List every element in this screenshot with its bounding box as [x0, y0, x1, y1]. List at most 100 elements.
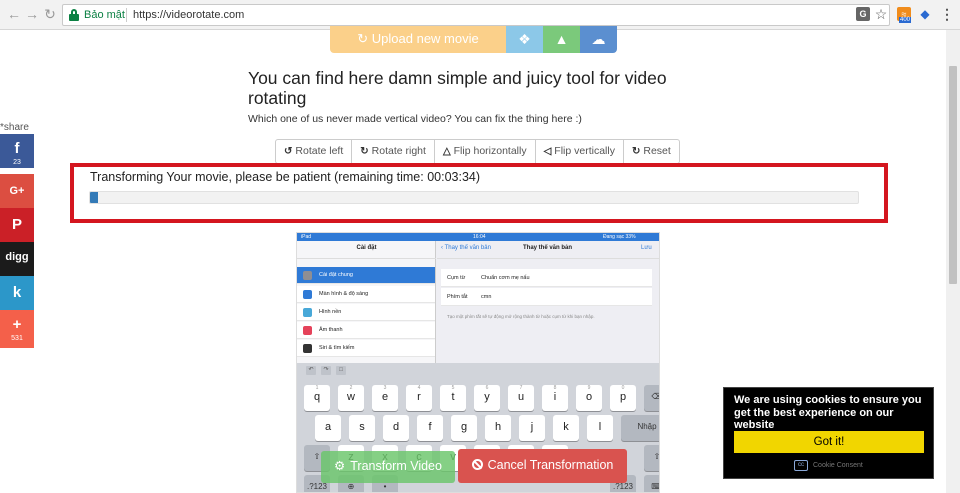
digg-label: digg	[5, 251, 29, 263]
flip-horizontal-icon: △	[442, 146, 451, 157]
save-link: Lưu	[641, 245, 652, 251]
setting-item: Cài đặt chung	[297, 267, 435, 284]
shift-key: ⇧	[644, 445, 659, 471]
keyboard-key: f	[417, 415, 443, 441]
shortcut-field: Phím tắt cmn	[441, 288, 652, 306]
flip-vertically-button[interactable]: ◁ Flip vertically	[536, 140, 624, 163]
address-bar[interactable]: Bảo mật https://videorotate.com	[62, 4, 890, 26]
pinterest-share-button[interactable]: P	[0, 208, 34, 242]
flip-vertical-icon: ◁	[543, 146, 552, 157]
flip-vertically-label: Flip vertically	[554, 145, 615, 157]
pane-divider	[437, 258, 659, 259]
undo-icon: ↶	[306, 366, 316, 375]
rotate-right-button[interactable]: ↻ Rotate right	[352, 140, 435, 163]
back-arrow-icon[interactable]: ←	[6, 6, 22, 22]
keyboard-key: 3e	[372, 385, 398, 411]
keyboard-key: 4r	[406, 385, 432, 411]
dropbox-button[interactable]: ❖	[506, 26, 543, 53]
keyboard-key: a	[315, 415, 341, 441]
transform-toolbar: ↺ Rotate left ↻ Rotate right △ Flip horizon…	[275, 139, 680, 164]
keyboard-key: l	[587, 415, 613, 441]
keyboard-key: 6y	[474, 385, 500, 411]
text-replacement-pane: ‹ Thay thế văn bản Thay thế văn bản Lưu …	[437, 241, 659, 371]
pinterest-icon: P	[11, 216, 22, 233]
cloud-icon: ☁	[591, 31, 606, 47]
keyboard-key: j	[519, 415, 545, 441]
transform-video-button[interactable]: ⚙ Transform Video	[321, 451, 455, 483]
phrase-label: Cụm từ	[447, 275, 466, 281]
reset-button[interactable]: ↻ Reset	[624, 140, 679, 163]
digg-share-button[interactable]: digg	[0, 242, 34, 276]
setting-item: Hình nền	[297, 304, 435, 321]
bookmark-star-icon[interactable]: ☆	[874, 7, 888, 21]
setting-label: Cài đặt chung	[319, 272, 353, 278]
keyboard-key: k	[553, 415, 579, 441]
page-scrollbar[interactable]	[946, 30, 960, 493]
flip-horizontally-label: Flip horizontally	[453, 145, 527, 157]
cancel-transformation-label: Cancel Transformation	[487, 458, 614, 472]
url-divider	[126, 8, 127, 22]
cookie-message: We are using cookies to ensure you get t…	[734, 394, 922, 431]
cookie-consent-logo-icon: cc	[794, 460, 808, 471]
upload-label: Upload new movie	[371, 31, 479, 46]
translate-icon[interactable]: G	[856, 7, 870, 21]
page-subline: Which one of us never made vertical vide…	[248, 113, 582, 125]
facebook-icon: f	[14, 140, 20, 157]
setting-label: Âm thanh	[319, 327, 343, 333]
share-label: *share	[0, 122, 29, 133]
more-share-button[interactable]: + 531	[0, 310, 34, 348]
setting-label: Siri & tìm kiếm	[319, 345, 355, 351]
phrase-field: Cụm từ Chuẩn cơm mẹ nấu	[441, 269, 652, 287]
cookie-brand: Cookie Consent	[813, 462, 863, 469]
return-key: Nhập	[621, 415, 659, 441]
keyboard-key: 9o	[576, 385, 602, 411]
upload-new-movie-button[interactable]: ↻ Upload new movie	[330, 26, 506, 53]
settings-divider	[297, 258, 436, 259]
redo-icon: ↷	[321, 366, 331, 375]
url-text[interactable]: https://videorotate.com	[133, 9, 244, 21]
reset-label: Reset	[643, 145, 671, 157]
display-settings-icon	[303, 290, 312, 299]
google-drive-button[interactable]: ▲	[543, 26, 580, 53]
facebook-share-button[interactable]: f 23	[0, 134, 34, 168]
page-headline: You can find here damn simple and juicy …	[248, 68, 667, 108]
scrollbar-thumb[interactable]	[949, 66, 957, 284]
setting-item: Siri & tìm kiếm	[297, 340, 435, 357]
siri-settings-icon	[303, 344, 312, 353]
bookmark-k-icon: k	[12, 284, 22, 301]
ban-icon	[471, 459, 483, 470]
forward-arrow-icon[interactable]: →	[24, 6, 40, 22]
google-drive-icon: ▲	[554, 31, 569, 47]
flip-horizontally-button[interactable]: △ Flip horizontally	[435, 140, 536, 163]
keyboard-key: d	[383, 415, 409, 441]
text-replacement-title: Thay thế văn bản	[523, 245, 573, 251]
progress-label: Transforming Your movie, please be patie…	[90, 170, 481, 184]
progress-bar-fill	[90, 192, 98, 203]
keyboard-key: 0p	[610, 385, 636, 411]
keyboard-key: 2w	[338, 385, 364, 411]
rotate-left-button[interactable]: ↺ Rotate left	[276, 140, 353, 163]
lock-icon	[69, 9, 79, 21]
progress-bar	[89, 191, 859, 204]
gear-icon: ⚙	[334, 459, 346, 473]
cookie-accept-button[interactable]: Got it!	[734, 431, 924, 453]
phrase-value: Chuẩn cơm mẹ nấu	[481, 275, 530, 281]
browser-menu-icon[interactable]: ⋮	[940, 7, 954, 21]
ipad-clock: 16:04	[473, 234, 486, 240]
google-plus-share-button[interactable]: G+	[0, 174, 34, 208]
keyboard-key: 5t	[440, 385, 466, 411]
onedrive-button[interactable]: ☁	[580, 26, 617, 53]
wallpaper-settings-icon	[303, 308, 312, 317]
cookie-banner: We are using cookies to ensure you get t…	[723, 387, 934, 479]
reload-icon[interactable]: ↻	[42, 6, 58, 22]
general-settings-icon	[303, 271, 312, 280]
ipad-status-bar: iPad 16:04 Đang sạc 33%	[297, 233, 659, 241]
back-link-label: Thay thế văn bản	[444, 245, 491, 251]
bookmark-share-button[interactable]: k	[0, 276, 34, 310]
shortcut-label: Phím tắt	[447, 294, 468, 300]
keyboard-key: g	[451, 415, 477, 441]
ipad-carrier: iPad	[301, 234, 312, 240]
cancel-transformation-button[interactable]: Cancel Transformation	[458, 449, 627, 483]
rotate-right-icon: ↻	[360, 146, 369, 157]
extension-icon[interactable]: ◆	[918, 7, 932, 21]
